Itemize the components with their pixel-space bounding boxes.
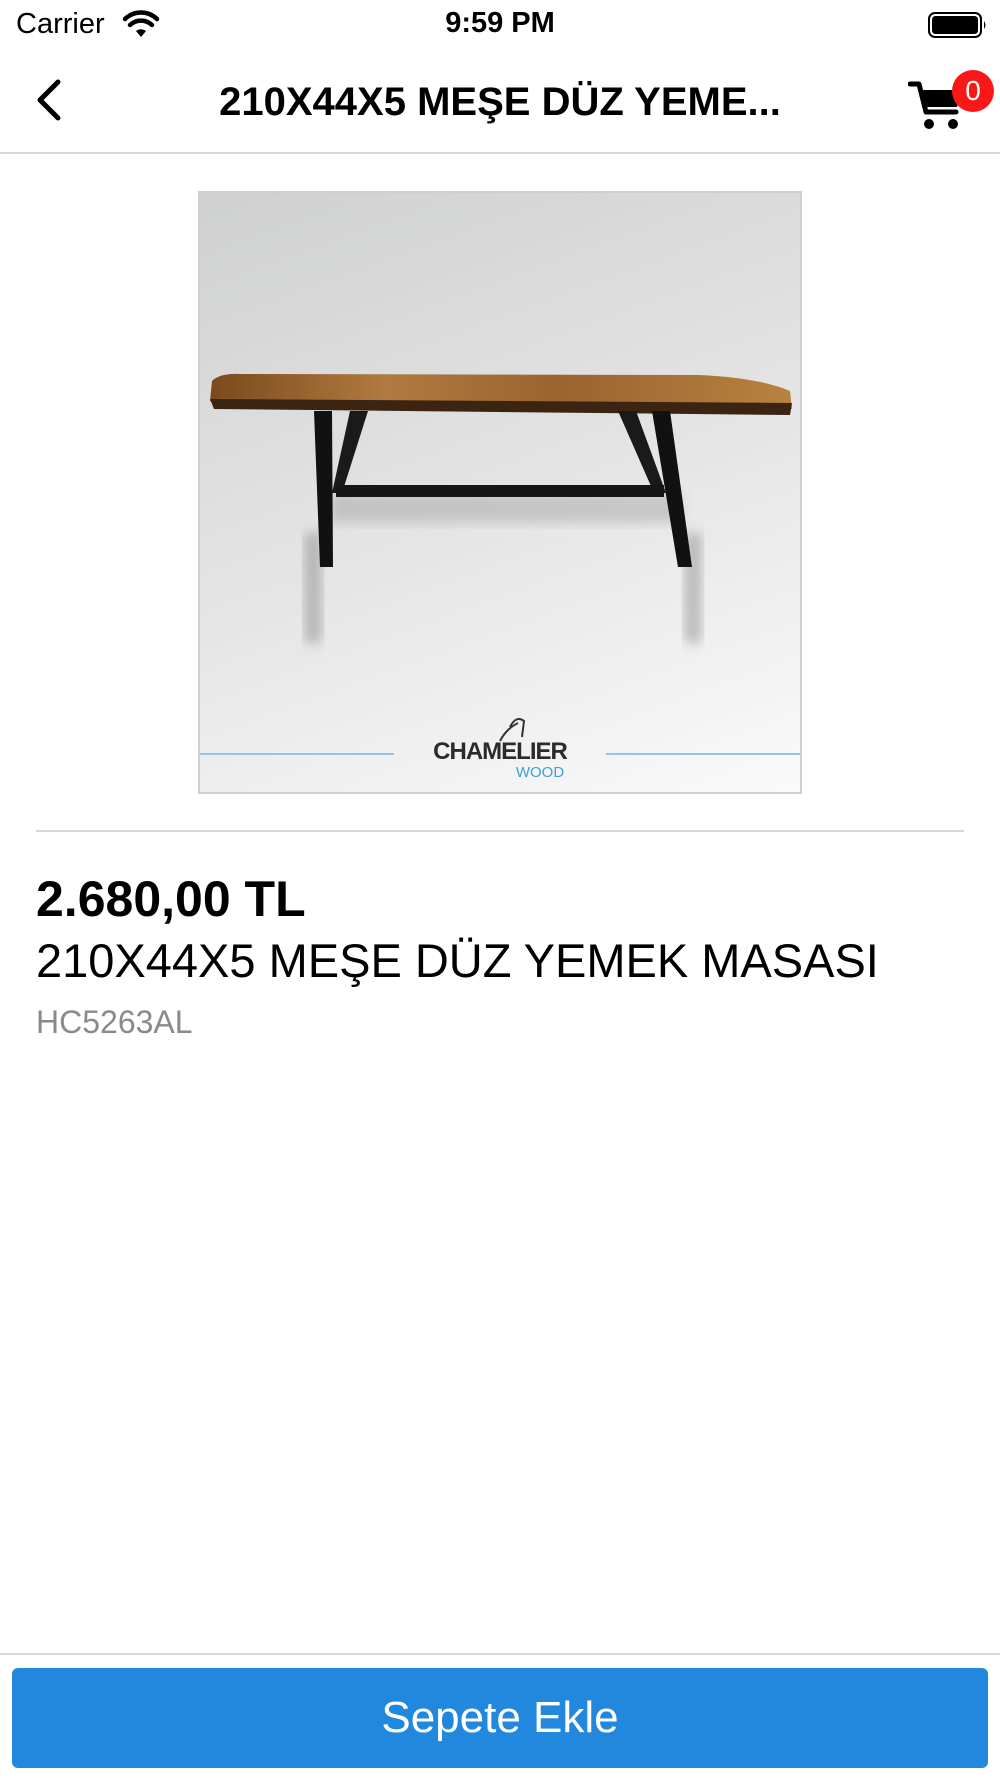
cart-button[interactable]: 0 (908, 70, 994, 140)
chevron-left-icon (37, 79, 61, 121)
back-button[interactable] (28, 72, 80, 128)
status-bar: Carrier 9:59 PM (0, 0, 1000, 50)
bottom-divider (0, 1653, 1000, 1655)
table-illustration: CHAMELIER WOOD (200, 373, 800, 781)
page-title: 210X44X5 MEŞE DÜZ YEME... (219, 80, 781, 124)
cart-count-badge: 0 (952, 70, 994, 112)
table-shadow (330, 493, 680, 523)
product-name: 210X44X5 MEŞE DÜZ YEMEK MASASI (36, 934, 879, 987)
logo-subtext: WOOD (516, 764, 564, 781)
table-leg-brace (332, 411, 368, 493)
product-sku: HC5263AL (36, 1004, 193, 1040)
content-divider (36, 830, 964, 832)
leg-shadow (305, 533, 321, 643)
add-to-cart-button[interactable]: Sepete Ekle (12, 1668, 988, 1768)
battery-icon (928, 12, 986, 38)
product-image: CHAMELIER WOOD (198, 191, 802, 794)
clock: 9:59 PM (445, 7, 555, 39)
table-stretcher (336, 485, 664, 497)
product-price: 2.680,00 TL (36, 871, 306, 927)
navigation-bar: 210X44X5 MEŞE DÜZ YEME... 0 (0, 50, 1000, 154)
logo-text: CHAMELIER (433, 738, 567, 765)
